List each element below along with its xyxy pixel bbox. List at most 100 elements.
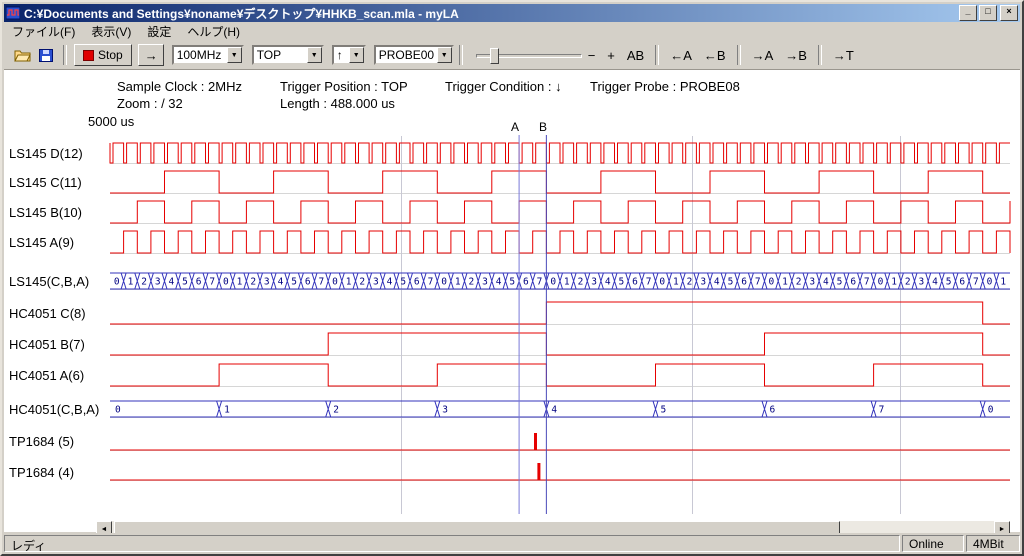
bus-value: 5	[661, 405, 667, 416]
bus-value: 4	[932, 277, 938, 288]
waveform-trace	[110, 364, 1010, 386]
bus-value: 0	[114, 277, 120, 288]
bus-value: 0	[987, 277, 993, 288]
bus-value: 3	[155, 277, 161, 288]
bus-value: 7	[319, 277, 325, 288]
bus-value: 3	[809, 277, 815, 288]
bus-value: 5	[400, 277, 406, 288]
bus-value: 2	[687, 277, 693, 288]
channel-label: HC4051 C(8)	[9, 306, 86, 321]
bus-value: 4	[605, 277, 611, 288]
bus-value: 1	[1000, 277, 1006, 288]
cursor-b-label[interactable]: B	[536, 120, 550, 134]
bus-value: 6	[959, 277, 965, 288]
bus-value: 6	[305, 277, 311, 288]
bus-value: 5	[509, 277, 515, 288]
waveform-display[interactable]: 0123456701234567012345670123456701234567…	[2, 2, 1022, 554]
channel-label: LS145 A(9)	[9, 235, 74, 250]
bus-value: 1	[237, 277, 243, 288]
bus-value: 2	[905, 277, 911, 288]
bus-value: 4	[823, 277, 829, 288]
bus-value: 4	[496, 277, 502, 288]
bus-trace	[110, 401, 1010, 417]
bus-value: 3	[482, 277, 488, 288]
channel-label: TP1684 (4)	[9, 465, 74, 480]
bus-value: 3	[373, 277, 379, 288]
channel-label: LS145(C,B,A)	[9, 274, 89, 289]
bus-value: 6	[414, 277, 420, 288]
bus-value: 7	[537, 277, 543, 288]
waveform-trace	[110, 302, 1010, 324]
bus-value: 5	[291, 277, 297, 288]
bus-trace	[110, 273, 1010, 289]
bus-value: 1	[564, 277, 570, 288]
bus-value: 7	[879, 405, 885, 416]
bus-value: 2	[359, 277, 365, 288]
bus-value: 4	[714, 277, 720, 288]
bus-value: 0	[659, 277, 665, 288]
waveform-trace	[110, 231, 1010, 253]
bus-value: 0	[878, 277, 884, 288]
bus-value: 7	[755, 277, 761, 288]
bus-value: 2	[578, 277, 584, 288]
bus-value: 5	[837, 277, 843, 288]
bus-value: 7	[864, 277, 870, 288]
bus-value: 7	[973, 277, 979, 288]
bus-value: 2	[333, 405, 339, 416]
bus-value: 6	[523, 277, 529, 288]
bus-value: 2	[796, 277, 802, 288]
bus-value: 6	[850, 277, 856, 288]
bus-value: 0	[115, 405, 121, 416]
bus-value: 2	[469, 277, 475, 288]
bus-value: 6	[770, 405, 776, 416]
bus-value: 5	[946, 277, 952, 288]
bus-value: 1	[346, 277, 352, 288]
bus-value: 1	[782, 277, 788, 288]
bus-value: 0	[769, 277, 775, 288]
bus-value: 1	[128, 277, 134, 288]
bus-value: 7	[428, 277, 434, 288]
bus-value: 3	[700, 277, 706, 288]
bus-value: 4	[169, 277, 175, 288]
channel-label: HC4051 A(6)	[9, 368, 84, 383]
waveform-trace	[110, 171, 1010, 193]
bus-value: 5	[619, 277, 625, 288]
bus-value: 2	[250, 277, 256, 288]
status-ready: レディ	[4, 535, 900, 552]
bus-value: 0	[332, 277, 338, 288]
bus-value: 2	[141, 277, 147, 288]
bus-value: 6	[196, 277, 202, 288]
app-window: C:¥Documents and Settings¥noname¥デスクトップ¥…	[0, 0, 1024, 556]
status-bar: レディ Online 4MBit	[4, 533, 1020, 552]
bus-value: 4	[278, 277, 284, 288]
bus-value: 3	[591, 277, 597, 288]
bus-value: 1	[455, 277, 461, 288]
bus-value: 3	[442, 405, 448, 416]
bus-value: 1	[891, 277, 897, 288]
channel-label: LS145 B(10)	[9, 205, 82, 220]
bus-value: 3	[919, 277, 925, 288]
bus-value: 5	[182, 277, 188, 288]
bus-value: 1	[673, 277, 679, 288]
bus-value: 6	[741, 277, 747, 288]
bus-value: 4	[387, 277, 393, 288]
waveform-trace	[110, 333, 1010, 355]
waveform-trace	[110, 201, 1010, 223]
bus-value: 0	[988, 405, 994, 416]
status-online: Online	[902, 535, 964, 552]
bus-value: 0	[223, 277, 229, 288]
pulse-glitch	[537, 463, 540, 480]
channel-label: LS145 D(12)	[9, 146, 83, 161]
channel-label: TP1684 (5)	[9, 434, 74, 449]
bus-value: 5	[728, 277, 734, 288]
bus-value: 0	[441, 277, 447, 288]
bus-value: 7	[646, 277, 652, 288]
bus-value: 7	[209, 277, 215, 288]
channel-label: HC4051 B(7)	[9, 337, 85, 352]
waveform-trace	[110, 143, 1010, 163]
pulse-glitch	[534, 433, 537, 450]
bus-value: 1	[224, 405, 230, 416]
cursor-a-label[interactable]: A	[508, 120, 522, 134]
bus-value: 0	[550, 277, 556, 288]
bus-value: 4	[551, 405, 557, 416]
